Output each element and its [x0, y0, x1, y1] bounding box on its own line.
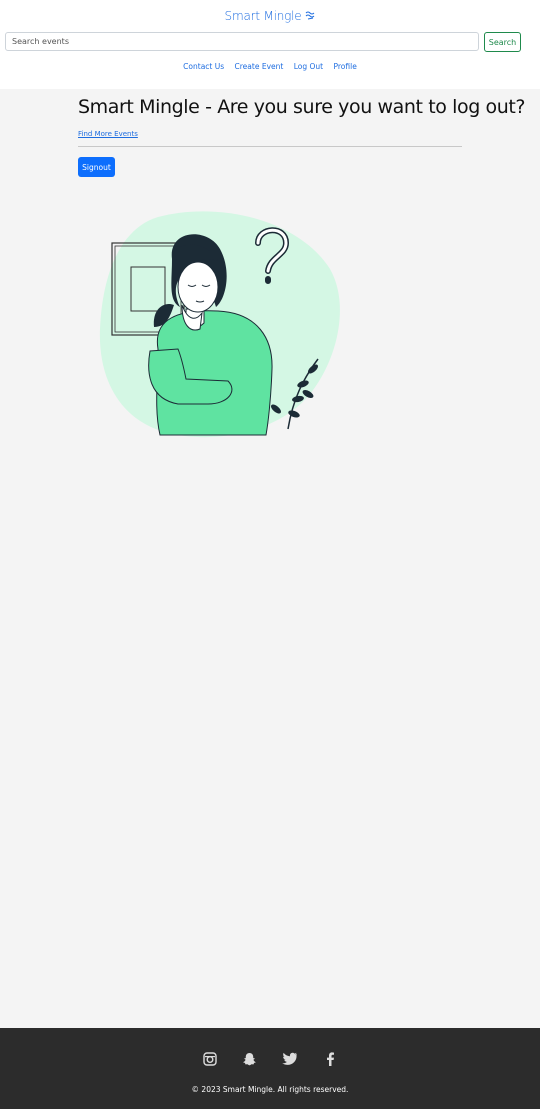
search-input[interactable]: [5, 32, 479, 51]
find-more-events-link[interactable]: Find More Events: [78, 130, 462, 138]
search-form: Search: [5, 32, 521, 53]
divider: [78, 146, 462, 147]
main-content: Smart Mingle - Are you sure you want to …: [78, 96, 526, 177]
facebook-icon[interactable]: [321, 1051, 340, 1067]
main-nav: Contact Us Create Event Log Out Profile: [0, 62, 540, 71]
thinking-woman-illustration: [98, 209, 340, 441]
signout-button[interactable]: Signout: [78, 157, 115, 177]
snapchat-icon[interactable]: [240, 1051, 259, 1067]
twitter-icon[interactable]: [281, 1051, 300, 1067]
brand-link[interactable]: Smart Mingle: [0, 9, 540, 23]
nav-profile[interactable]: Profile: [334, 62, 357, 71]
nav-contact-us[interactable]: Contact Us: [183, 62, 224, 71]
search-button[interactable]: Search: [484, 32, 521, 52]
copyright-text: © 2023 Smart Mingle. All rights reserved…: [191, 1085, 349, 1094]
nav-create-event[interactable]: Create Event: [235, 62, 284, 71]
nav-log-out[interactable]: Log Out: [294, 62, 323, 71]
brand-name: Smart Mingle: [224, 9, 302, 23]
site-footer: © 2023 Smart Mingle. All rights reserved…: [0, 1028, 540, 1109]
page-title: Smart Mingle - Are you sure you want to …: [78, 96, 526, 118]
instagram-icon[interactable]: [200, 1051, 219, 1067]
site-header: Smart Mingle Search Contact Us Create Ev…: [0, 0, 540, 89]
social-links: [0, 1048, 540, 1067]
wave-icon: [305, 10, 315, 23]
